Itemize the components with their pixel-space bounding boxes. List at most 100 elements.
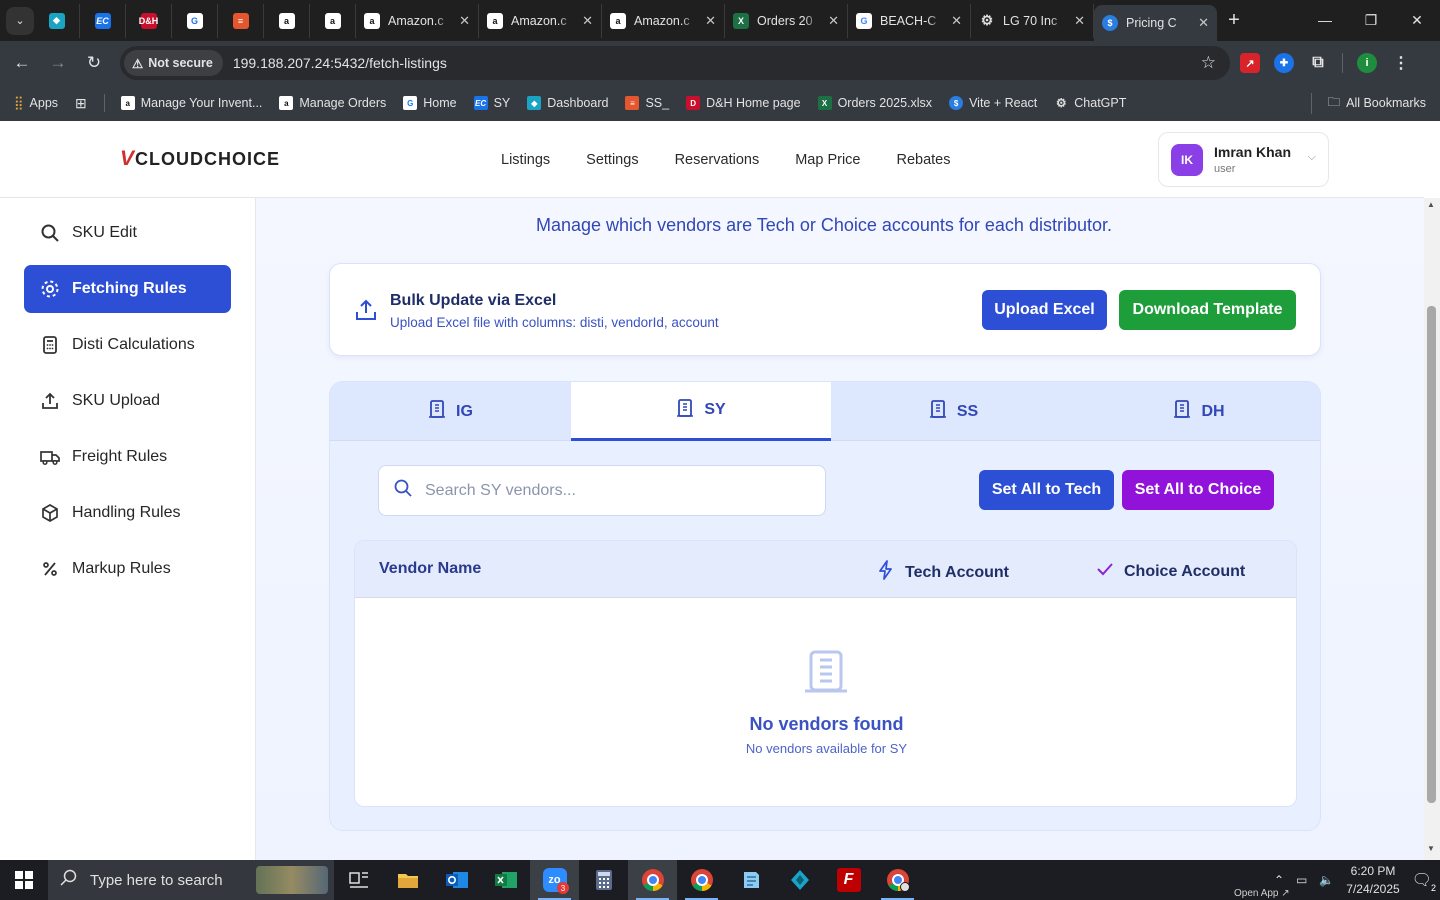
set-all-tech-button[interactable]: Set All to Tech [979,470,1114,510]
reload-icon[interactable]: ↻ [76,53,112,73]
browser-tab[interactable]: G BEACH-C ✕ [848,3,971,38]
site-info-chip[interactable]: ⚠ Not secure [124,50,223,76]
calculator-icon[interactable] [579,860,628,900]
clock[interactable]: 6:20 PM 7/24/2025 [1346,862,1399,898]
nav-settings[interactable]: Settings [568,152,656,168]
open-app-hint[interactable]: Open App ↗ [1234,888,1290,899]
scrollbar-thumb[interactable] [1427,306,1436,803]
search-input[interactable] [425,481,805,500]
tab-dh[interactable]: DH [1076,382,1320,441]
close-window-icon[interactable]: ✕ [1394,12,1440,29]
bookmark-item[interactable]: ⚙ ChatGPT [1054,96,1127,110]
nav-listings[interactable]: Listings [483,152,568,168]
download-template-button[interactable]: Download Template [1119,290,1296,330]
close-icon[interactable]: ✕ [1074,13,1085,29]
new-tab-button[interactable]: + [1217,9,1251,32]
sidebar-item-disti-calculations[interactable]: Disti Calculations [24,321,231,369]
chrome-icon[interactable] [628,860,677,900]
scroll-down-icon[interactable]: ▼ [1427,844,1435,853]
cloudchoice-logo[interactable]: VCLOUDCHOICE [120,147,280,171]
close-icon[interactable]: ✕ [705,13,716,29]
chevron-up-icon[interactable]: ⌃ [1274,873,1284,887]
menu-icon[interactable]: ⋮ [1391,53,1411,73]
bookmark-apps[interactable]: ⣿ Apps [14,95,58,111]
tab-ss[interactable]: SS [831,382,1076,441]
nav-map-price[interactable]: Map Price [777,152,878,168]
vendor-search[interactable] [378,465,826,516]
close-icon[interactable]: ✕ [582,13,593,29]
bookmark-item[interactable]: D D&H Home page [686,96,801,110]
tab-ig[interactable]: IG [330,382,571,441]
puzzle-icon[interactable]: ⧉ [1308,53,1328,73]
outlook-icon[interactable] [432,860,481,900]
pinned-tab[interactable]: a [310,3,356,38]
browser-tab[interactable]: a Amazon.c ✕ [356,3,479,38]
browser-tab[interactable]: X Orders 20 ✕ [725,3,848,38]
windows-start-icon[interactable] [0,860,48,900]
scroll-up-icon[interactable]: ▲ [1427,200,1435,209]
zoom-icon[interactable]: zo 3 [530,860,579,900]
tab-search-button[interactable]: ⌄ [6,6,34,35]
browser-tab[interactable]: a Amazon.c ✕ [479,3,602,38]
back-icon[interactable]: ← [4,53,40,73]
user-menu[interactable]: IK Imran Khan user ⌵ [1158,132,1329,187]
bookmark-item[interactable]: a Manage Your Invent... [120,96,262,110]
pinned-tab[interactable]: D&H [126,3,172,38]
close-icon[interactable]: ✕ [459,13,470,29]
sidebar-item-markup-rules[interactable]: Markup Rules [24,545,231,593]
sidebar-item-handling-rules[interactable]: Handling Rules [24,489,231,537]
taskbar-search[interactable]: Type here to search [48,860,334,900]
chrome-icon[interactable] [677,860,726,900]
profile-avatar[interactable]: i [1357,53,1377,73]
pinned-tab[interactable]: ≡ [218,3,264,38]
notifications-icon[interactable]: 🗨 2 [1412,870,1436,893]
upload-excel-button[interactable]: Upload Excel [982,290,1107,330]
address-bar[interactable]: ⚠ Not secure 199.188.207.24:5432/fetch-l… [120,46,1230,80]
tab-sy[interactable]: SY [571,382,831,441]
close-icon[interactable]: ✕ [1198,15,1209,31]
excel-icon[interactable] [481,860,530,900]
all-bookmarks-button[interactable]: 🗀 All Bookmarks [1310,92,1426,114]
bookmark-item[interactable]: $ Vite + React [949,96,1037,110]
browser-tab-active[interactable]: $ Pricing C ✕ [1094,5,1217,41]
file-explorer-icon[interactable] [383,860,432,900]
nav-rebates[interactable]: Rebates [878,152,968,168]
pinned-tab[interactable]: EC [80,3,126,38]
tab-label: DH [1201,402,1225,420]
close-icon[interactable]: ✕ [951,13,962,29]
pinned-tab[interactable]: G [172,3,218,38]
nav-reservations[interactable]: Reservations [657,152,778,168]
notepad-icon[interactable] [726,860,775,900]
bookmark-item[interactable]: ◆ Dashboard [527,96,608,110]
sidebar-item-fetching-rules[interactable]: Fetching Rules [24,265,231,313]
bookmark-item[interactable]: ≡ SS_ [625,96,669,110]
chrome-profile-icon[interactable] [873,860,922,900]
app-icon[interactable] [775,860,824,900]
extension-icon[interactable]: ✚ [1274,53,1294,73]
volume-icon[interactable]: 🔈 [1319,873,1334,887]
network-icon[interactable]: ▭ [1296,873,1307,887]
pinned-tab[interactable]: a [264,3,310,38]
task-view-icon[interactable] [334,860,383,900]
set-all-choice-button[interactable]: Set All to Choice [1122,470,1274,510]
bookmark-star-icon[interactable]: ☆ [1201,53,1216,73]
page-scrollbar[interactable]: ▲ ▼ [1424,198,1440,860]
forward-icon[interactable]: → [40,53,76,73]
sidebar-item-freight-rules[interactable]: Freight Rules [24,433,231,481]
filezilla-icon[interactable]: F [824,860,873,900]
url-text[interactable]: 199.188.207.24:5432/fetch-listings [233,55,447,71]
bookmark-item[interactable]: X Orders 2025.xlsx [817,96,932,110]
close-icon[interactable]: ✕ [828,13,839,29]
sidebar-item-sku-edit[interactable]: SKU Edit [24,209,231,257]
tab-groups-button[interactable]: ⊞ [75,95,87,112]
pdf-extension-icon[interactable]: ↗ [1240,53,1260,73]
browser-tab[interactable]: a Amazon.c ✕ [602,3,725,38]
browser-tab[interactable]: ⚙ LG 70 Inc ✕ [971,3,1094,38]
restore-icon[interactable]: ❐ [1348,12,1394,29]
minimize-icon[interactable]: — [1302,12,1348,29]
bookmark-item[interactable]: a Manage Orders [279,96,386,110]
pinned-tab[interactable]: ◆ [34,3,80,38]
bookmark-item[interactable]: EC SY [473,96,510,110]
sidebar-item-sku-upload[interactable]: SKU Upload [24,377,231,425]
bookmark-item[interactable]: G Home [403,96,457,110]
